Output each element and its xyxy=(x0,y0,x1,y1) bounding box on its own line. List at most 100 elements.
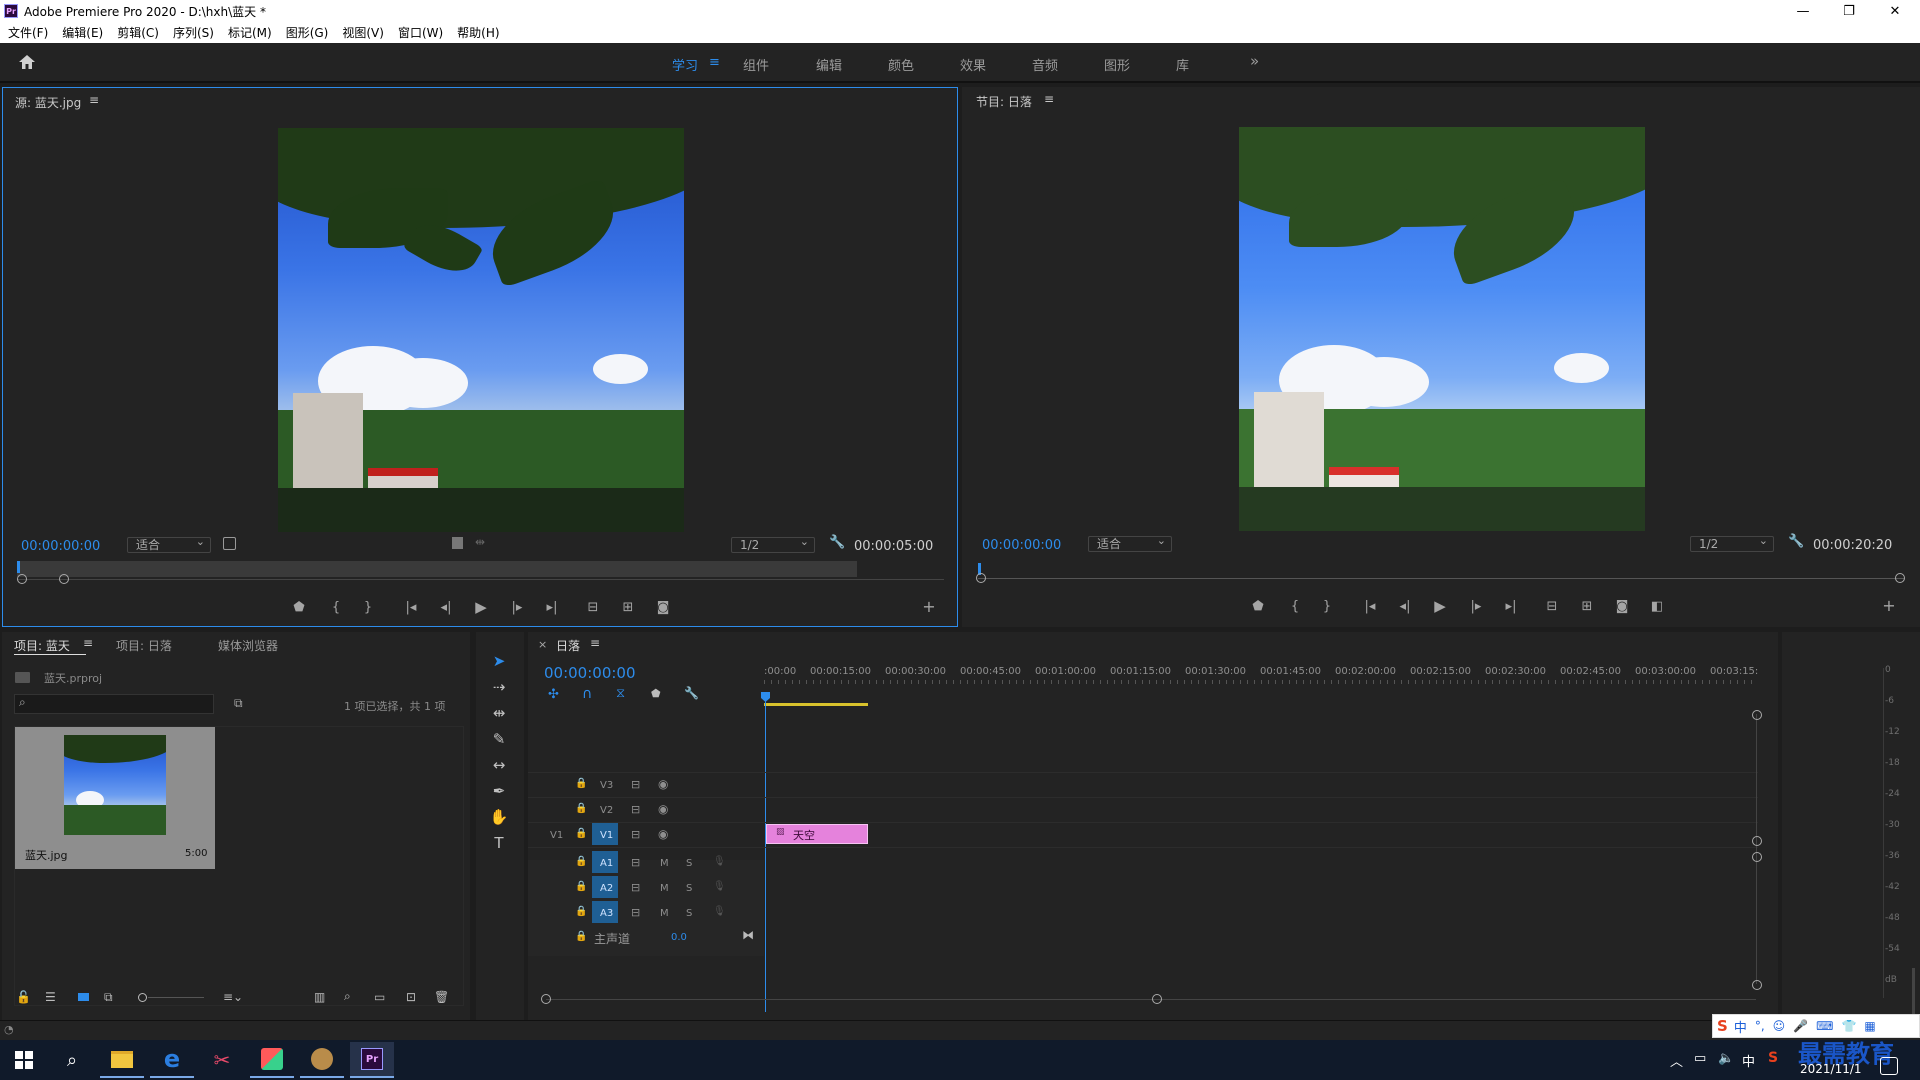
delete-icon[interactable]: 🗑 xyxy=(434,990,449,1004)
button-editor-add-icon[interactable]: + xyxy=(920,599,938,615)
find-icon[interactable]: ⌕ xyxy=(344,989,351,1004)
more-workspaces-icon[interactable]: » xyxy=(1250,52,1259,70)
program-monitor-title[interactable]: 节目: 日落 xyxy=(976,93,1032,110)
voice-over-record-icon[interactable]: 🎙 xyxy=(713,906,726,917)
track-label-a1[interactable]: A1 xyxy=(600,858,613,869)
project-item-card[interactable]: 蓝天.jpg 5:00 xyxy=(15,727,215,869)
drag-video-icon[interactable] xyxy=(452,537,463,549)
slip-tool-icon[interactable]: ↔ xyxy=(488,756,510,776)
input-method-icon[interactable]: 中 xyxy=(1742,1051,1755,1070)
source-time-ruler[interactable] xyxy=(17,561,857,577)
track-lock-icon[interactable]: 🔒 xyxy=(575,881,587,892)
edge-browser-icon[interactable]: e xyxy=(150,1042,194,1078)
tab-editing[interactable]: 编辑 xyxy=(816,55,842,74)
vscroll-handle[interactable] xyxy=(1752,836,1762,846)
voice-over-record-icon[interactable]: 🎙 xyxy=(713,881,726,892)
mark-in-icon[interactable]: { xyxy=(327,601,345,615)
tab-color[interactable]: 颜色 xyxy=(888,55,914,74)
menu-sequence[interactable]: 序列(S) xyxy=(173,24,214,41)
go-to-in-icon[interactable]: |◂ xyxy=(402,601,420,615)
program-go-to-out-icon[interactable]: ▸| xyxy=(1502,600,1520,614)
overwrite-icon[interactable]: ⊞ xyxy=(619,601,637,615)
tab-project-lantian[interactable]: 项目: 蓝天 xyxy=(14,637,70,654)
tab-libraries[interactable]: 库 xyxy=(1176,55,1189,74)
toggle-sync-lock-icon[interactable]: ⊟ xyxy=(631,906,640,919)
track-lock-icon[interactable]: 🔒 xyxy=(575,856,587,867)
track-select-tool-icon[interactable]: ⇢ xyxy=(488,678,510,698)
step-back-icon[interactable]: ◂| xyxy=(437,601,455,615)
timeline-clip[interactable]: ▨ 天空 xyxy=(766,824,868,844)
keyboard-icon[interactable]: ⌨ xyxy=(1816,1019,1833,1033)
tab-learn[interactable]: 学习 xyxy=(672,55,698,74)
premiere-taskbar-icon[interactable]: Pr xyxy=(350,1042,394,1078)
network-icon[interactable]: ▭ xyxy=(1694,1051,1706,1066)
vscroll-handle[interactable] xyxy=(1752,852,1762,862)
selection-tool-icon[interactable]: ➤ xyxy=(488,652,510,672)
automate-to-sequence-icon[interactable]: ▥ xyxy=(314,990,325,1004)
ripple-edit-tool-icon[interactable]: ⇹ xyxy=(488,704,510,724)
sort-icons-icon[interactable]: ≡⌄ xyxy=(223,990,243,1004)
new-bin-icon[interactable]: ▭ xyxy=(374,990,385,1004)
program-playhead-timecode[interactable]: 00:00:00:00 xyxy=(982,538,1061,553)
timeline-timecode[interactable]: 00:00:00:00 xyxy=(544,664,636,682)
mute-track-button[interactable]: M xyxy=(660,858,669,869)
tab-project-riluo[interactable]: 项目: 日落 xyxy=(116,637,172,654)
comparison-view-icon[interactable]: ◧ xyxy=(1648,600,1666,614)
timeline-marker-icon[interactable]: ⬟ xyxy=(651,687,661,700)
sogou-ime-icon[interactable]: S xyxy=(1717,1017,1728,1035)
program-resolution-select[interactable]: 1/2 xyxy=(1690,534,1774,552)
track-lock-icon[interactable]: 🔒 xyxy=(575,778,587,789)
program-play-icon[interactable]: ▶ xyxy=(1431,599,1449,614)
go-to-master-icon[interactable]: ⧓ xyxy=(742,928,754,942)
zoom-slider-handle[interactable] xyxy=(138,993,147,1002)
close-button[interactable]: ✕ xyxy=(1872,0,1918,22)
toggle-track-output-icon[interactable]: ◉ xyxy=(658,827,668,841)
find-bin-icon[interactable]: ⧉ xyxy=(234,696,243,711)
program-step-back-icon[interactable]: ◂| xyxy=(1396,600,1414,614)
program-step-forward-icon[interactable]: |▸ xyxy=(1467,600,1485,614)
track-label-a3[interactable]: A3 xyxy=(600,908,613,919)
add-marker-icon[interactable]: ⬟ xyxy=(290,601,308,615)
store-app-icon[interactable] xyxy=(250,1042,294,1078)
sogou-tray-icon[interactable]: S xyxy=(1768,1050,1778,1066)
hscroll-handle-right[interactable] xyxy=(1152,994,1162,1004)
program-scroll-handle-right[interactable] xyxy=(1895,573,1905,583)
toggle-sync-lock-icon[interactable]: ⊟ xyxy=(631,803,640,816)
source-scroll-handle-left[interactable] xyxy=(17,574,27,584)
learn-menu-icon[interactable]: ≡ xyxy=(709,55,720,70)
menu-help[interactable]: 帮助(H) xyxy=(457,24,499,41)
project-lock-icon[interactable]: 🔓 xyxy=(16,990,31,1004)
search-taskbar-icon[interactable]: ⌕ xyxy=(50,1042,94,1078)
tab-media-browser[interactable]: 媒体浏览器 xyxy=(218,637,278,654)
icon-view-icon[interactable] xyxy=(78,993,89,1001)
source-settings-wrench-icon[interactable]: 🔧 xyxy=(829,535,845,550)
timeline-horizontal-scrollbar[interactable] xyxy=(546,999,1756,1000)
photo-app-icon[interactable] xyxy=(300,1042,344,1078)
voice-over-record-icon[interactable]: 🎙 xyxy=(713,856,726,867)
program-mark-out-icon[interactable]: } xyxy=(1318,600,1336,614)
source-patch-v1[interactable]: V1 xyxy=(550,830,563,841)
tab-assembly[interactable]: 组件 xyxy=(743,55,769,74)
source-playhead[interactable] xyxy=(17,561,20,573)
vscroll-handle[interactable] xyxy=(1752,710,1762,720)
program-scroll-handle-left[interactable] xyxy=(976,573,986,583)
linked-selection-icon[interactable]: ⧖ xyxy=(616,686,625,701)
timeline-playhead[interactable] xyxy=(761,692,770,702)
mute-track-button[interactable]: M xyxy=(660,908,669,919)
solo-track-button[interactable]: S xyxy=(686,858,692,869)
project-search-input[interactable] xyxy=(14,694,214,714)
zoom-slider-track[interactable] xyxy=(148,997,204,998)
source-resolution-select[interactable]: 1/2 xyxy=(731,535,815,553)
timeline-playhead-line[interactable] xyxy=(765,692,766,1012)
menu-window[interactable]: 窗口(W) xyxy=(398,24,443,41)
program-settings-wrench-icon[interactable]: 🔧 xyxy=(1788,534,1804,549)
track-label-v2[interactable]: V2 xyxy=(600,805,613,816)
timeline-settings-icon[interactable]: 🔧 xyxy=(684,686,699,700)
track-label-a2[interactable]: A2 xyxy=(600,883,613,894)
track-lock-icon[interactable]: 🔒 xyxy=(575,828,587,839)
voice-icon[interactable]: 🎤 xyxy=(1793,1019,1808,1033)
solo-track-button[interactable]: S xyxy=(686,908,692,919)
solo-track-button[interactable]: S xyxy=(686,883,692,894)
play-icon[interactable]: ▶ xyxy=(472,600,490,615)
menu-graphics[interactable]: 图形(G) xyxy=(286,24,329,41)
